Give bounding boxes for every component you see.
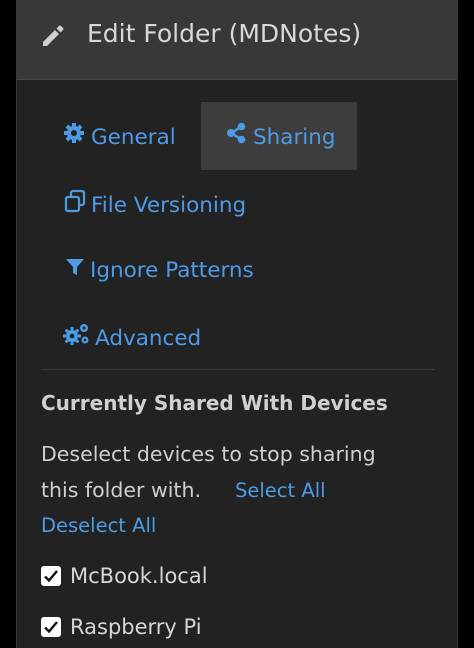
tab-ignore-patterns-label: Ignore Patterns xyxy=(90,258,254,283)
gear-icon xyxy=(63,122,85,153)
divider xyxy=(41,369,435,370)
tab-general-label: General xyxy=(91,124,176,150)
modal-title: Edit Folder (MDNotes) xyxy=(87,19,362,48)
tab-advanced-label: Advanced xyxy=(95,325,202,351)
help-text-line2: this folder with. xyxy=(41,478,201,502)
modal-header: Edit Folder (MDNotes) xyxy=(17,0,457,80)
pencil-icon xyxy=(39,22,67,50)
help-text-line1: Deselect devices to stop sharing xyxy=(41,442,376,466)
device-name: McBook.local xyxy=(70,564,208,588)
tab-advanced[interactable]: Advanced xyxy=(63,322,201,355)
section-title: Currently Shared With Devices xyxy=(41,391,388,415)
device-checkbox[interactable] xyxy=(41,617,61,637)
deselect-all-link[interactable]: Deselect All xyxy=(41,511,156,541)
gears-icon xyxy=(63,322,91,355)
device-row[interactable]: Raspberry Pi xyxy=(41,612,202,642)
tab-file-versioning[interactable]: File Versioning xyxy=(63,189,246,222)
checkmark-icon xyxy=(44,621,58,634)
tab-ignore-patterns[interactable]: Ignore Patterns xyxy=(65,256,254,286)
tab-file-versioning-label: File Versioning xyxy=(91,192,247,218)
tab-general[interactable]: General xyxy=(63,122,176,153)
device-checkbox[interactable] xyxy=(41,566,61,586)
tab-sharing[interactable]: Sharing xyxy=(225,122,336,153)
filter-icon xyxy=(65,256,85,286)
device-row[interactable]: McBook.local xyxy=(41,561,208,591)
select-all-link[interactable]: Select All xyxy=(235,476,326,506)
tab-sharing-label: Sharing xyxy=(253,124,336,150)
copy-icon xyxy=(63,189,87,222)
share-icon xyxy=(225,122,247,153)
edit-folder-modal: Edit Folder (MDNotes) General Sharing Fi… xyxy=(16,0,458,648)
checkmark-icon xyxy=(44,570,58,583)
device-name: Raspberry Pi xyxy=(70,615,202,639)
